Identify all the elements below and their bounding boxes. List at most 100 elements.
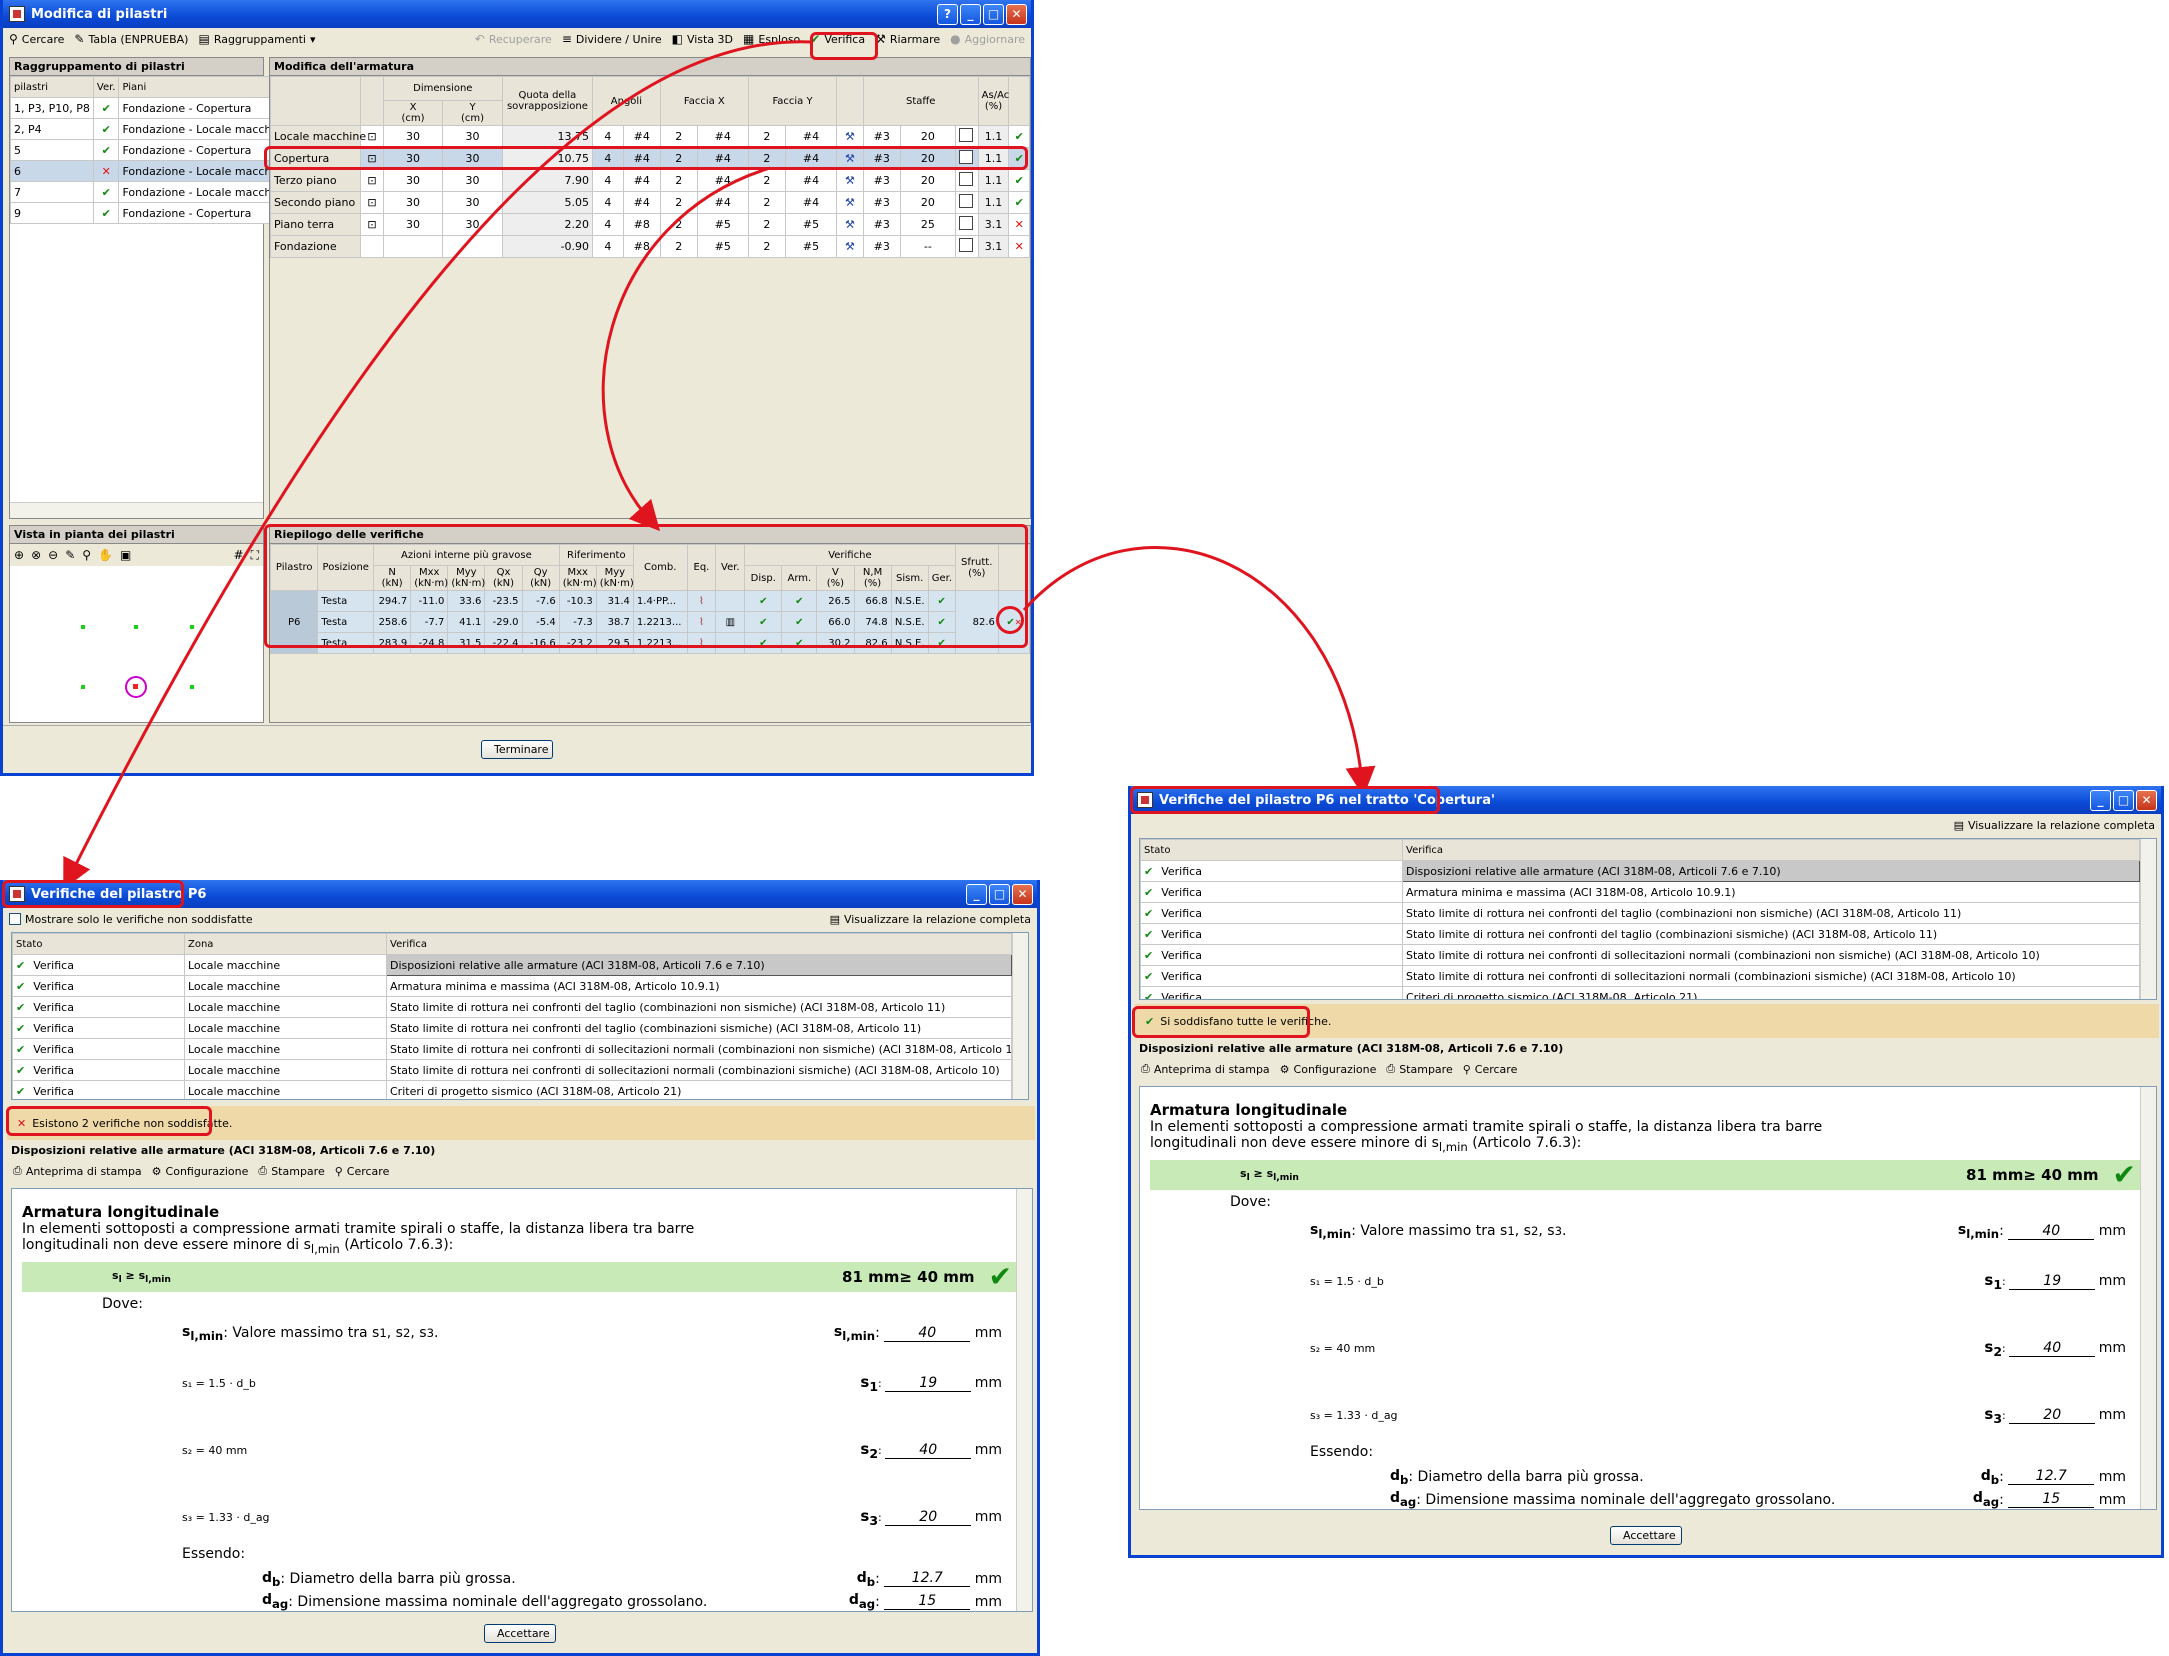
cell-x[interactable]: 30 <box>382 213 444 236</box>
aggiornare-button[interactable]: ● Aggiornare <box>950 32 1025 46</box>
cell-a2[interactable]: #4 <box>622 147 661 170</box>
cell-a2[interactable]: #4 <box>622 169 661 192</box>
verifica-row[interactable]: ✔ Verifica Locale macchine Stato limite di … <box>12 1038 1012 1060</box>
ver-icon[interactable] <box>715 632 746 654</box>
cell-q[interactable]: 13.75 <box>501 125 594 148</box>
cell-x[interactable]: 30 <box>382 169 444 192</box>
ver-icon[interactable] <box>715 590 746 612</box>
cell-a1[interactable]: 4 <box>592 235 624 258</box>
armatura-row[interactable]: Piano terra ⊡ 30 30 2.20 4 #8 2 #5 2 #5 ⚒ #3 25 3.1 ✕ <box>269 213 1030 236</box>
stirrup-icon[interactable]: ⚒ <box>836 213 864 236</box>
stirrup-box[interactable] <box>955 125 979 148</box>
cell-fx2[interactable]: #4 <box>696 169 749 192</box>
report-scrollbar[interactable] <box>1016 1189 1032 1611</box>
vista3d-button[interactable]: ◧ Vista 3D <box>672 32 733 46</box>
riepilogo-row[interactable]: Testa 283.9 -24.8 31.5 -22.4 -16.6 -23.2 29.5 1.… <box>270 632 1030 654</box>
measure-icon[interactable]: ✎ <box>65 548 75 562</box>
anteprima-button[interactable]: ⎙ Anteprima di stampa <box>13 1164 142 1178</box>
cell-fy1[interactable]: 2 <box>747 235 786 258</box>
cercare-button[interactable]: ⚲ Cercare <box>335 1165 390 1178</box>
riepilogo-row[interactable]: Testa 258.6 -7.7 41.1 -29.0 -5.4 -7.3 38.7 1.221… <box>270 611 1030 633</box>
cell-a2[interactable]: #8 <box>622 213 661 236</box>
cell-q[interactable]: 5.05 <box>501 191 594 214</box>
column-marker[interactable] <box>134 625 138 629</box>
riarmare-button[interactable]: ⚒ Riarmare <box>875 32 940 46</box>
armatura-row[interactable]: Terzo piano ⊡ 30 30 7.90 4 #4 2 #4 2 #4 ⚒ #3 20 1.1 ✔ <box>269 169 1030 192</box>
verifica-button[interactable]: ✔ Verifica <box>810 32 865 46</box>
close-button[interactable]: ✕ <box>1012 883 1033 905</box>
cell-fx2[interactable]: #5 <box>696 235 749 258</box>
cell-s1[interactable]: #3 <box>862 147 901 170</box>
cell-fx1[interactable]: 2 <box>659 147 698 170</box>
cell-s2[interactable]: 25 <box>899 213 957 236</box>
column-marker[interactable] <box>190 685 194 689</box>
stirrup-icon[interactable]: ⚒ <box>836 147 864 170</box>
cell-q[interactable]: -0.90 <box>501 235 594 258</box>
dividere-button[interactable]: ≡ Dividere / Unire <box>562 32 662 46</box>
cell-fy1[interactable]: 2 <box>747 125 786 148</box>
cell-a2[interactable]: #4 <box>622 125 661 148</box>
pan-icon[interactable]: ✋ <box>98 548 113 562</box>
cell-q[interactable]: 10.75 <box>501 147 594 170</box>
cell-q[interactable]: 7.90 <box>501 169 594 192</box>
verify-detail-icon[interactable]: ✔✕ <box>997 590 1031 654</box>
maximize-button[interactable]: □ <box>983 3 1004 25</box>
config-button[interactable]: ⚙ Configurazione <box>152 1165 249 1178</box>
esploso-button[interactable]: ▦ Esploso <box>743 32 800 46</box>
cell-a2[interactable]: #4 <box>622 191 661 214</box>
accettare-button[interactable]: Accettare <box>1610 1525 1682 1545</box>
column-marker[interactable] <box>190 625 194 629</box>
terminare-button[interactable]: Terminare <box>481 740 553 759</box>
group-row[interactable]: 2, P4 ✔ Fondazione - Locale macchine <box>10 118 293 140</box>
cell-a1[interactable]: 4 <box>592 147 624 170</box>
chart-icon[interactable]: ⌇ <box>686 611 717 633</box>
cell-s2[interactable]: 20 <box>899 125 957 148</box>
cell-fx2[interactable]: #4 <box>696 191 749 214</box>
stirrup-icon[interactable]: ⚒ <box>836 235 864 258</box>
cell-x[interactable]: 30 <box>382 125 444 148</box>
armatura-row[interactable]: Fondazione -0.90 4 #8 2 #5 2 #5 ⚒ #3 -- 3.1 ✕ <box>269 235 1030 258</box>
cell-fx2[interactable]: #5 <box>696 213 749 236</box>
maximize-button[interactable]: □ <box>2113 789 2134 811</box>
list-scrollbar[interactable] <box>1012 933 1028 1099</box>
verifica-row[interactable]: ✔ Verifica Stato limite di rottura nei con… <box>1140 944 2140 966</box>
report-scrollbar[interactable] <box>2140 1087 2156 1509</box>
cell-fy2[interactable]: #4 <box>784 125 838 148</box>
close-button[interactable]: ✕ <box>1006 3 1027 25</box>
cell-fx1[interactable]: 2 <box>659 125 698 148</box>
cell-x[interactable]: 30 <box>382 191 444 214</box>
verifica-row[interactable]: ✔ Verifica Stato limite di rottura nei con… <box>1140 965 2140 987</box>
view-full-report-button[interactable]: ▤ Visualizzare la relazione completa <box>830 913 1031 926</box>
grid-icon[interactable]: # <box>234 548 244 562</box>
stirrup-box[interactable] <box>955 169 979 192</box>
cell-fy1[interactable]: 2 <box>747 147 786 170</box>
verifica-row[interactable]: ✔ Verifica Armatura minima e massima (ACI … <box>1140 881 2140 903</box>
group-row[interactable]: 7 ✔ Fondazione - Locale macchine <box>10 181 293 203</box>
fit-icon[interactable]: ⛶ <box>251 548 259 563</box>
cell-y[interactable]: 30 <box>442 213 503 236</box>
screen-icon[interactable]: ▣ <box>120 548 131 562</box>
maximize-button[interactable]: □ <box>989 883 1010 905</box>
group-row[interactable]: 9 ✔ Fondazione - Copertura <box>10 202 293 224</box>
cell-x[interactable]: 30 <box>382 147 444 170</box>
verifica-row[interactable]: ✔ Verifica Locale macchine Stato limite di … <box>12 1059 1012 1081</box>
only-unsat-checkbox[interactable]: Mostrare solo le verifiche non soddisfat… <box>9 913 253 926</box>
minimize-button[interactable]: _ <box>2090 789 2111 811</box>
verifica-row[interactable]: ✔ Verifica Locale macchine Armatura minima … <box>12 975 1012 997</box>
section-icon[interactable] <box>360 235 384 258</box>
help-button[interactable]: ? <box>937 3 958 25</box>
cell-y[interactable]: 30 <box>442 125 503 148</box>
verifica-row[interactable]: ✔ Verifica Stato limite di rottura nei con… <box>1140 923 2140 945</box>
verifica-row[interactable]: ✔ Verifica Stato limite di rottura nei con… <box>1140 902 2140 924</box>
cell-fx2[interactable]: #4 <box>696 147 749 170</box>
zoom-out-icon[interactable]: ⊖ <box>48 548 58 562</box>
stirrup-icon[interactable]: ⚒ <box>836 125 864 148</box>
stampare-button[interactable]: ⎙ Stampare <box>258 1164 324 1178</box>
cell-s2[interactable]: 20 <box>899 169 957 192</box>
cell-fy2[interactable]: #5 <box>784 213 838 236</box>
ver-icon[interactable]: ▥ <box>715 611 746 633</box>
armatura-row[interactable]: Copertura ⊡ 30 30 10.75 4 #4 2 #4 2 #4 ⚒ #3 20 1.1 ✔ <box>269 147 1030 170</box>
cell-fy1[interactable]: 2 <box>747 213 786 236</box>
tabla-button[interactable]: ✎ Tabla (ENPRUEBA) <box>74 32 188 46</box>
search-icon[interactable]: ⚲ <box>82 548 91 562</box>
